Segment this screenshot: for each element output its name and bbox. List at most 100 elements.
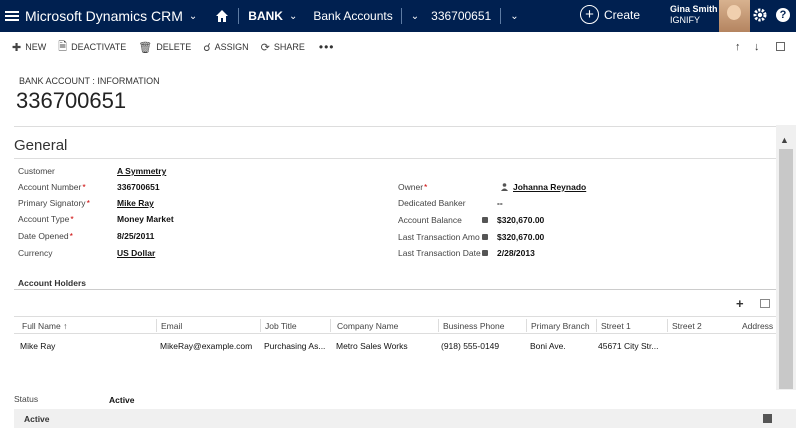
gear-icon[interactable] <box>753 8 767 22</box>
sort-arrow-icon: ↑ <box>63 321 68 331</box>
share-icon: ⟳ <box>260 41 270 54</box>
column-header-company-name[interactable]: Company Name <box>337 321 398 331</box>
assign-icon: ☌ <box>203 41 211 54</box>
owner-link[interactable]: Johanna Reynado <box>513 182 586 192</box>
field-label-text: Date Opened <box>18 231 69 241</box>
column-separator[interactable] <box>156 319 157 332</box>
last-transaction-date-value: 2/28/2013 <box>497 248 535 258</box>
currency-link[interactable]: US Dollar <box>117 248 155 258</box>
required-marker: * <box>424 182 428 192</box>
required-marker: * <box>86 198 90 208</box>
top-nav: Microsoft Dynamics CRM ⌄ BANK ⌄ Bank Acc… <box>0 0 796 32</box>
column-header-primary-branch[interactable]: Primary Branch <box>531 321 590 331</box>
help-icon[interactable]: ? <box>776 8 790 22</box>
scrollbar[interactable]: ▲ <box>776 125 796 390</box>
field-account-type: Account Type* Money Market <box>18 213 378 225</box>
chevron-down-icon[interactable]: ⌄ <box>289 11 297 22</box>
save-icon[interactable] <box>763 414 772 423</box>
assign-button[interactable]: ☌ ASSIGN <box>203 41 248 54</box>
cell-street-1[interactable]: 45671 City Str... <box>598 341 658 351</box>
cell-primary-branch[interactable]: Boni Ave. <box>530 341 566 351</box>
account-number-value[interactable]: 336700651 <box>117 182 160 192</box>
column-header-job-title[interactable]: Job Title <box>265 321 297 331</box>
assign-label: ASSIGN <box>214 42 249 52</box>
chevron-down-icon[interactable]: ⌄ <box>411 11 419 22</box>
cell-full-name[interactable]: Mike Ray <box>20 341 55 351</box>
field-label: Customer <box>18 166 55 176</box>
grid-view-icon[interactable] <box>760 299 770 308</box>
avatar[interactable] <box>719 0 750 32</box>
customer-link[interactable]: A Symmetry <box>117 166 166 176</box>
column-separator[interactable] <box>260 319 261 332</box>
share-button[interactable]: ⟳ SHARE <box>261 41 305 54</box>
scrollbar-thumb[interactable] <box>779 149 793 389</box>
column-header-full-name[interactable]: Full Name ↑ <box>22 321 67 331</box>
field-label-text: Account Type <box>18 214 70 224</box>
document-icon: 🗎 <box>58 40 68 53</box>
create-button[interactable]: + Create <box>580 5 640 24</box>
column-header-address[interactable]: Address <box>742 321 773 331</box>
delete-label: DELETE <box>156 42 192 52</box>
field-label: Dedicated Banker <box>398 198 466 208</box>
cell-business-phone[interactable]: (918) 555-0149 <box>441 341 499 351</box>
primary-signatory-link[interactable]: Mike Ray <box>117 198 154 208</box>
field-label-text: Owner <box>398 182 424 192</box>
field-last-transaction-date: Last Transaction Date 2/28/2013 <box>398 247 768 259</box>
delete-button[interactable]: 🗑 DELETE <box>138 41 191 54</box>
account-type-value[interactable]: Money Market <box>117 214 174 224</box>
column-separator[interactable] <box>596 319 597 332</box>
home-icon[interactable] <box>215 9 229 23</box>
arrow-up-icon[interactable]: ↑ <box>735 41 741 53</box>
field-label: Account Balance <box>398 215 462 225</box>
column-separator[interactable] <box>330 319 331 332</box>
more-commands-icon[interactable]: ••• <box>319 40 335 54</box>
nav-record[interactable]: 336700651 <box>431 9 491 23</box>
nav-entity[interactable]: Bank Accounts <box>313 9 392 23</box>
new-label: NEW <box>25 42 47 52</box>
chevron-up-icon[interactable]: ▲ <box>780 135 789 145</box>
column-header-business-phone[interactable]: Business Phone <box>443 321 504 331</box>
chevron-down-icon[interactable]: ⌄ <box>510 11 518 22</box>
field-label-text: Primary Signatory <box>18 198 86 208</box>
required-marker: * <box>82 182 86 192</box>
status-value: Active <box>109 395 135 405</box>
field-dedicated-banker: Dedicated Banker -- <box>398 197 768 209</box>
field-label: Account Type* <box>18 214 74 224</box>
arrow-down-icon[interactable]: ↓ <box>754 41 760 53</box>
column-separator[interactable] <box>667 319 668 332</box>
cell-company-name[interactable]: Metro Sales Works <box>336 341 408 351</box>
field-label: Account Number* <box>18 182 86 192</box>
column-header-email[interactable]: Email <box>161 321 182 331</box>
app-menu-icon[interactable] <box>5 11 19 21</box>
field-label: Last Transaction Amo <box>398 232 480 242</box>
column-header-street-2[interactable]: Street 2 <box>672 321 702 331</box>
brand-title[interactable]: Microsoft Dynamics CRM <box>25 8 183 24</box>
status-label: Status <box>14 394 39 404</box>
cell-job-title[interactable]: Purchasing As... <box>264 341 325 351</box>
column-separator[interactable] <box>526 319 527 332</box>
dedicated-banker-value[interactable]: -- <box>497 198 503 208</box>
new-button[interactable]: ✚ NEW <box>12 41 46 54</box>
column-header-street-1[interactable]: Street 1 <box>601 321 631 331</box>
nav-area[interactable]: BANK <box>248 9 283 23</box>
form-selector[interactable]: BANK ACCOUNT : INFORMATION <box>19 76 160 86</box>
field-primary-signatory: Primary Signatory* Mike Ray <box>18 197 378 209</box>
header-divider <box>14 126 776 127</box>
field-label: Primary Signatory* <box>18 198 90 208</box>
date-opened-value[interactable]: 8/25/2011 <box>117 231 154 241</box>
lock-icon <box>482 217 488 223</box>
nav-separator <box>238 8 240 24</box>
add-record-icon[interactable]: + <box>736 296 744 311</box>
required-marker: * <box>69 231 73 241</box>
user-info[interactable]: Gina Smith IGNIFY <box>670 4 718 26</box>
section-title: General <box>14 137 68 154</box>
grid-header: Full Name ↑ Email Job Title Company Name… <box>14 316 776 334</box>
cell-email[interactable]: MikeRay@example.com <box>160 341 252 351</box>
chevron-down-icon[interactable]: ⌄ <box>189 11 197 22</box>
popout-icon[interactable] <box>776 42 785 51</box>
deactivate-button[interactable]: 🗎 DEACTIVATE <box>58 38 126 57</box>
field-date-opened: Date Opened* 8/25/2011 <box>18 230 378 242</box>
field-owner: Owner* Johanna Reynado <box>398 181 768 193</box>
field-label: Date Opened* <box>18 231 73 241</box>
column-separator[interactable] <box>438 319 439 332</box>
